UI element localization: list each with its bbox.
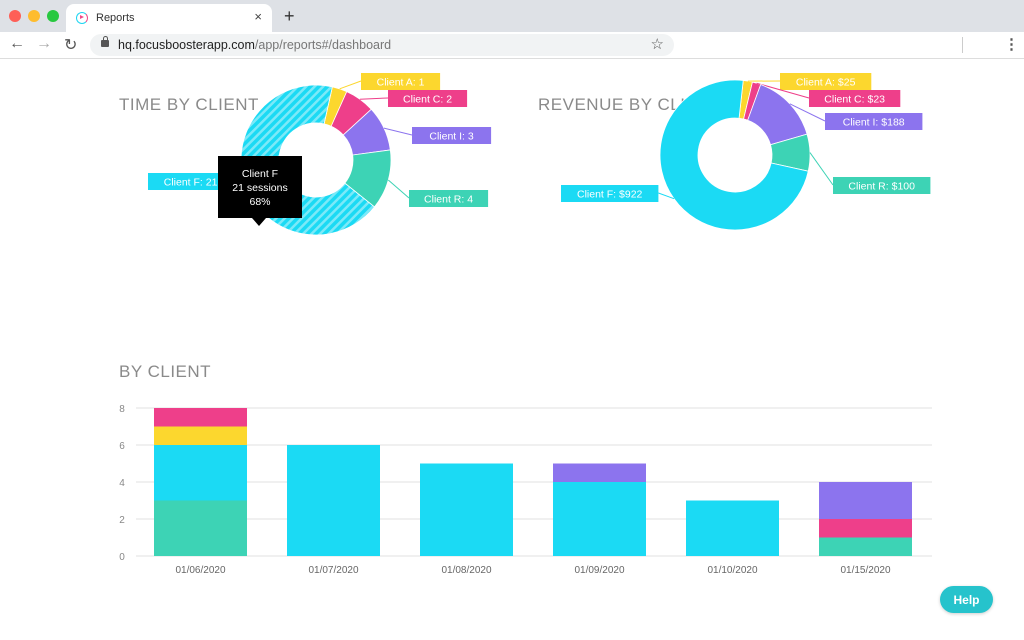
tooltip-line: Client F bbox=[242, 168, 278, 180]
close-window-button[interactable] bbox=[9, 10, 21, 22]
forward-button[interactable]: → bbox=[36, 35, 52, 53]
bar-segment-client-f[interactable] bbox=[420, 463, 513, 557]
bar-segment-client-r[interactable] bbox=[154, 500, 247, 557]
time-by-client-chart: Client A: 1 Client C: 2 Client I: 3 Client … bbox=[148, 73, 492, 236]
browser-titlebar: Reports × + bbox=[0, 0, 1024, 32]
bar-segment-client-f[interactable] bbox=[553, 482, 646, 556]
bar-segment-client-f[interactable] bbox=[686, 500, 779, 557]
bar-segment-client-f[interactable] bbox=[154, 445, 247, 501]
tab-title: Reports bbox=[96, 12, 135, 24]
reload-button[interactable]: ↻ bbox=[64, 35, 77, 55]
slice-label-text: Client A: 1 bbox=[377, 77, 425, 89]
slice-label-text: Client R: $100 bbox=[848, 181, 915, 193]
x-tick-label: 01/15/2020 bbox=[840, 565, 890, 576]
by-client-bar-chart: 0 2 4 6 8 01/06/2020 01/07/2020 01/08/2020 01/09… bbox=[119, 404, 932, 576]
bar-segment-client-c[interactable] bbox=[154, 408, 247, 427]
bar-segment-client-f[interactable] bbox=[287, 445, 380, 556]
back-button[interactable]: ← bbox=[9, 35, 25, 53]
slice-label-text: Client F: $922 bbox=[577, 189, 643, 201]
bar-segment-client-i[interactable] bbox=[819, 482, 912, 519]
label-leader-line bbox=[339, 80, 362, 90]
bar-segment-client-r[interactable] bbox=[819, 537, 912, 557]
slice-label-text: Client I: 3 bbox=[429, 131, 474, 143]
focusbooster-favicon-icon bbox=[76, 12, 88, 24]
bar-segment-client-c[interactable] bbox=[819, 519, 912, 538]
revenue-by-client-chart: Client A: $25 Client C: $23 Client I: $188… bbox=[561, 73, 931, 231]
bar-segment-client-a[interactable] bbox=[154, 426, 247, 446]
help-button[interactable]: Help bbox=[940, 586, 993, 613]
label-leader-line bbox=[359, 97, 389, 100]
new-tab-button[interactable]: + bbox=[284, 6, 295, 27]
browser-menu-icon[interactable]: ⋮ bbox=[1004, 35, 1019, 53]
lock-icon bbox=[101, 36, 109, 47]
label-leader-line bbox=[809, 152, 834, 186]
maximize-window-button[interactable] bbox=[47, 10, 59, 22]
address-bar[interactable]: hq.focusboosterapp.com/app/reports#/dash… bbox=[90, 34, 674, 56]
url-host: hq.focusboosterapp.com bbox=[118, 38, 255, 52]
bar-segment-client-i[interactable] bbox=[553, 463, 646, 483]
x-tick-label: 01/06/2020 bbox=[175, 565, 225, 576]
bookmark-star-icon[interactable]: ☆ bbox=[651, 35, 664, 53]
url-text: hq.focusboosterapp.com/app/reports#/dash… bbox=[118, 38, 391, 52]
label-leader-line bbox=[387, 179, 410, 199]
toolbar-divider bbox=[962, 37, 963, 53]
url-path: /app/reports#/dashboard bbox=[254, 38, 392, 52]
x-tick-label: 01/10/2020 bbox=[707, 565, 757, 576]
x-tick-label: 01/07/2020 bbox=[308, 565, 358, 576]
minimize-window-button[interactable] bbox=[28, 10, 40, 22]
tab-close-icon[interactable]: × bbox=[254, 9, 262, 24]
y-tick-label: 0 bbox=[119, 552, 125, 563]
slice-label-text: Client C: $23 bbox=[824, 94, 885, 106]
y-tick-label: 6 bbox=[119, 441, 125, 452]
browser-toolbar: ← → ↻ hq.focusboosterapp.com/app/reports… bbox=[0, 32, 1024, 59]
slice-label-text: Client I: $188 bbox=[843, 117, 905, 129]
slice-label-text: Client C: 2 bbox=[403, 94, 452, 106]
x-tick-label: 01/08/2020 bbox=[441, 565, 491, 576]
y-tick-label: 2 bbox=[119, 515, 125, 526]
tooltip-line: 68% bbox=[249, 196, 270, 208]
y-tick-label: 8 bbox=[119, 404, 125, 415]
by-client-title: BY CLIENT bbox=[119, 362, 212, 381]
x-tick-label: 01/09/2020 bbox=[574, 565, 624, 576]
tooltip-line: 21 sessions bbox=[232, 182, 287, 194]
slice-label-text: Client R: 4 bbox=[424, 194, 473, 206]
slice-tooltip: Client F 21 sessions 68% bbox=[218, 156, 302, 226]
label-leader-line bbox=[383, 127, 413, 136]
y-tick-label: 4 bbox=[119, 478, 125, 489]
slice-label-text: Client F: 21 bbox=[164, 177, 218, 189]
slice-label-text: Client A: $25 bbox=[796, 77, 856, 89]
browser-tab[interactable]: Reports × bbox=[66, 4, 272, 32]
